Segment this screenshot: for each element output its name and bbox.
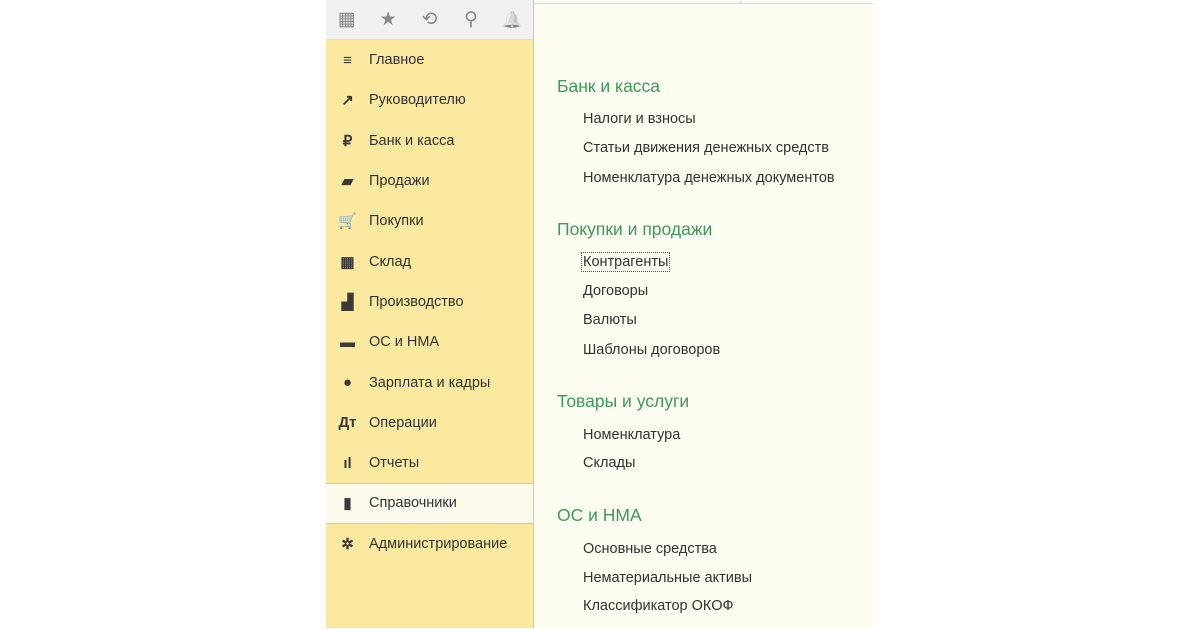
person-icon: ● [342, 374, 353, 392]
sidebar-item-label: Администрирование [369, 535, 508, 552]
catalog-link[interactable]: Шаблоны договоров [583, 342, 720, 358]
catalog-link[interactable]: Классификатор ОКОФ [583, 598, 734, 614]
truck-icon: ▬ [340, 333, 355, 351]
menu-lines-icon: ≡ [343, 51, 352, 69]
catalog-link[interactable]: Номенклатура [583, 427, 680, 443]
sidebar-item-label: Операции [369, 414, 437, 431]
catalog-link[interactable]: Налоги и взносы [583, 111, 696, 127]
favorites-star-icon[interactable]: ★ [367, 8, 408, 31]
sidebar-item-bank[interactable]: ₽ Банк и касса [326, 121, 533, 161]
catalog-link[interactable]: Договоры [583, 283, 648, 299]
cart-icon: 🛒 [338, 213, 357, 231]
sidebar-item-reports[interactable]: ıl Отчеты [326, 443, 533, 483]
sidebar-item-label: Справочники [369, 495, 457, 512]
sidebar-item-production[interactable]: ▟ Производство [326, 282, 533, 322]
section-title: Банк и касса [557, 76, 661, 96]
catalog-link[interactable]: Контрагенты [580, 252, 671, 272]
sidebar-item-label: Продажи [369, 173, 430, 190]
sidebar-item-label: Банк и касса [369, 132, 455, 149]
catalog-link[interactable]: Статьи движения денежных средств [583, 140, 829, 156]
catalog-link[interactable]: Валюты [583, 312, 637, 328]
catalog-link[interactable]: Нематериальные активы [583, 570, 752, 586]
section-title: Товары и услуги [557, 391, 690, 411]
sidebar-item-salary[interactable]: ● Зарплата и кадры [326, 362, 533, 402]
section-title: Покупки и продажи [557, 219, 713, 239]
sidebar: ▦ ★ ⟲ ⚲ 🔔 ≡ Главное ↗ Руководителю ₽ Банк и к… [326, 0, 534, 628]
catalog-link[interactable]: Склады [583, 455, 635, 471]
sidebar-item-manager[interactable]: ↗ Руководителю [326, 80, 533, 120]
sidebar-item-label: Зарплата и кадры [369, 374, 491, 391]
search-icon[interactable]: ⚲ [450, 8, 491, 31]
sidebar-item-sales[interactable]: ▰ Продажи [326, 161, 533, 201]
section-title: ОС и НМА [557, 505, 642, 525]
books-icon: ▮ [343, 495, 352, 513]
sidebar-item-label: Руководителю [369, 92, 466, 109]
gear-icon: ✲ [341, 535, 354, 553]
sidebar-item-catalogs[interactable]: ▮ Справочники [326, 483, 533, 524]
sidebar-item-label: Склад [369, 253, 411, 270]
ruble-icon: ₽ [342, 132, 353, 150]
sidebar-item-label: Производство [369, 293, 464, 310]
sidebar-item-warehouse[interactable]: ▦ Склад [326, 241, 533, 281]
sidebar-item-purchases[interactable]: 🛒 Покупки [326, 201, 533, 241]
sidebar-item-operations[interactable]: Дт Операции [326, 403, 533, 443]
sidebar-item-label: Отчеты [369, 455, 420, 472]
factory-icon: ▟ [341, 293, 354, 311]
sidebar-item-label: ОС и НМА [369, 334, 440, 351]
apps-grid-icon[interactable]: ▦ [326, 8, 367, 31]
catalog-link[interactable]: Основные средства [583, 541, 717, 557]
bag-icon: ▰ [341, 173, 354, 191]
history-icon[interactable]: ⟲ [409, 8, 450, 31]
main-panel: Банк и касса Налоги и взносы Статьи движен… [534, 1, 873, 629]
debit-credit-icon: Дт [338, 414, 357, 432]
grid-icon: ▦ [340, 253, 355, 271]
bell-icon[interactable]: 🔔 [492, 10, 533, 30]
catalog-link[interactable]: Номенклатура денежных документов [583, 170, 835, 186]
sidebar-item-label: Покупки [369, 213, 424, 230]
sidebar-item-home[interactable]: ≡ Главное [326, 40, 533, 80]
sidebar-item-assets[interactable]: ▬ ОС и НМА [326, 322, 533, 362]
toolbar: ▦ ★ ⟲ ⚲ 🔔 [326, 0, 533, 40]
bar-chart-icon: ıl [343, 454, 352, 472]
sidebar-item-label: Главное [369, 52, 425, 69]
trend-up-icon: ↗ [341, 92, 354, 110]
sidebar-item-admin[interactable]: ✲ Администрирование [326, 524, 533, 564]
